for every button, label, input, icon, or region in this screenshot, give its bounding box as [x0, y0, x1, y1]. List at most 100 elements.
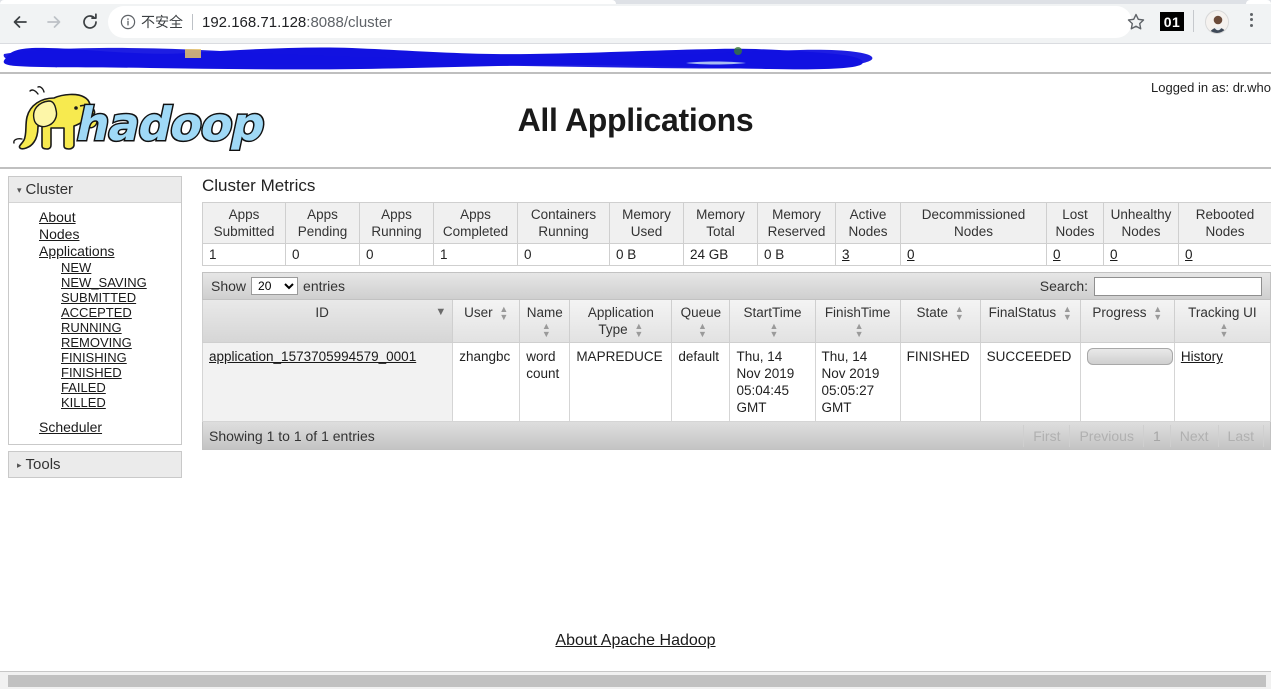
sidebar-link-applications[interactable]: Applications [9, 243, 181, 260]
sidebar-state-running[interactable]: RUNNING [9, 320, 181, 335]
sidebar-state-new[interactable]: NEW [9, 260, 181, 275]
sidebar-state-finishing[interactable]: FINISHING [9, 350, 181, 365]
applications-datatable: Show 20406080100 entries Search: [201, 272, 1271, 451]
application-id-link[interactable]: application_1573705994579_0001 [209, 349, 416, 364]
sidebar-state-new-saving[interactable]: NEW_SAVING [9, 275, 181, 290]
pagination-page-1[interactable]: 1 [1144, 424, 1171, 447]
apps-header-user[interactable]: User ▲ ▼ [452, 300, 521, 344]
chevron-right-icon: ▸ [17, 459, 22, 470]
redaction-scribble [3, 47, 873, 70]
metrics-value-apps-completed: 1 [433, 243, 518, 266]
metrics-value-apps-submitted: 1 [202, 243, 286, 266]
bookmark-star-button[interactable] [1124, 10, 1148, 34]
sidebar-link-scheduler[interactable]: Scheduler [9, 419, 181, 436]
sidebar-section-cluster: ▾ Cluster About Nodes Applications NEW NE… [8, 176, 182, 445]
sidebar-link-nodes[interactable]: Nodes [9, 226, 181, 243]
sort-desc-icon: ▼ [435, 306, 447, 318]
sidebar-state-removing[interactable]: REMOVING [9, 335, 181, 350]
forward-arrow-icon [47, 16, 61, 28]
horizontal-scrollbar-thumb[interactable] [8, 675, 1266, 687]
browser-chrome: 不安全 192.168.71.128:8088/cluster 01 [0, 0, 1271, 44]
browser-tab-partial[interactable] [1246, 0, 1271, 4]
pagination-last[interactable]: Last [1219, 424, 1264, 447]
metrics-header-rebooted-nodes: Rebooted Nodes [1178, 202, 1271, 244]
search-input[interactable] [1094, 276, 1262, 296]
sidebar-tools-header[interactable]: ▸ Tools [9, 452, 181, 477]
extension-badge-button[interactable]: 01 [1160, 12, 1184, 31]
metrics-header-unhealthy-nodes: Unhealthy Nodes [1103, 202, 1179, 244]
sort-icon: ▲ ▼ [634, 321, 644, 340]
address-bar[interactable]: 不安全 192.168.71.128:8088/cluster [108, 6, 1132, 38]
browser-menu-button[interactable] [1241, 10, 1261, 34]
pagination-next[interactable]: Next [1171, 424, 1219, 447]
reload-button[interactable] [76, 8, 104, 36]
sidebar-state-accepted[interactable]: ACCEPTED [9, 305, 181, 320]
sidebar-link-about[interactable]: About [9, 209, 181, 226]
apps-header-application-type[interactable]: Application Type ▲ ▼ [569, 300, 673, 344]
sort-icon: ▲ ▼ [769, 321, 779, 340]
metrics-value-lost-nodes[interactable]: 0 [1053, 247, 1061, 262]
apps-header-finalstatus[interactable]: FinalStatus ▲ ▼ [979, 300, 1081, 344]
metrics-header-apps-pending: Apps Pending [285, 202, 360, 244]
metrics-header-apps-running: Apps Running [359, 202, 434, 244]
cell-finalstatus: SUCCEEDED [979, 342, 1081, 423]
apps-header-progress-label: Progress [1092, 305, 1147, 320]
datatable-info: Showing 1 to 1 of 1 entries [209, 427, 375, 444]
forward-button[interactable] [40, 8, 68, 36]
apps-header-name[interactable]: Name ▲ ▼ [519, 300, 571, 344]
entries-select[interactable]: 20406080100 [251, 277, 299, 295]
pagination-previous[interactable]: Previous [1070, 424, 1144, 447]
about-apache-hadoop-link[interactable]: About Apache Hadoop [0, 632, 1271, 650]
tracking-ui-link[interactable]: History [1181, 349, 1223, 364]
sort-icon: ▲ ▼ [854, 321, 864, 340]
cell-tracking-ui: History [1173, 342, 1271, 423]
sort-icon: ▲ ▼ [1062, 304, 1072, 323]
logged-in-as-label: Logged in as: dr.who [1151, 80, 1271, 95]
apps-header-id[interactable]: ID ▼ [201, 300, 454, 344]
apps-header-name-label: Name [526, 305, 563, 320]
apps-header-tracking-ui[interactable]: Tracking UI ▲ ▼ [1173, 300, 1271, 344]
sidebar-state-finished[interactable]: FINISHED [9, 365, 181, 380]
pagination-first[interactable]: First [1023, 424, 1071, 447]
apps-header-starttime-label: StartTime [743, 305, 802, 320]
browser-tab[interactable] [0, 0, 616, 4]
apps-header-state[interactable]: State ▲ ▼ [899, 300, 981, 344]
progress-bar [1086, 348, 1173, 366]
profile-avatar[interactable] [1205, 10, 1229, 34]
apps-header-finishtime-label: FinishTime [824, 305, 891, 320]
horizontal-scrollbar[interactable] [0, 671, 1271, 689]
metrics-value-active-nodes[interactable]: 3 [842, 247, 850, 262]
metrics-value-decommissioned-nodes[interactable]: 0 [907, 247, 915, 262]
sidebar-state-failed[interactable]: FAILED [9, 380, 181, 395]
apps-header-progress[interactable]: Progress ▲ ▼ [1079, 300, 1175, 344]
metrics-value-apps-running: 0 [359, 243, 434, 266]
tab-strip [0, 0, 1271, 4]
metrics-header-containers-running: Containers Running [517, 202, 610, 244]
apps-header-starttime[interactable]: StartTime ▲ ▼ [729, 300, 816, 344]
apps-header-finishtime[interactable]: FinishTime ▲ ▼ [814, 300, 901, 344]
metrics-value-rebooted-nodes[interactable]: 0 [1185, 247, 1193, 262]
sidebar-cluster-body: About Nodes Applications NEW NEW_SAVING … [9, 203, 181, 444]
sort-icon: ▲ ▼ [1153, 304, 1163, 323]
back-button[interactable] [6, 8, 34, 36]
security-label: 不安全 [141, 15, 183, 31]
sort-icon: ▲ ▼ [541, 321, 551, 340]
apps-header-queue[interactable]: Queue ▲ ▼ [671, 300, 731, 344]
metrics-header-apps-completed: Apps Completed [433, 202, 518, 244]
sidebar-state-submitted[interactable]: SUBMITTED [9, 290, 181, 305]
metrics-header-memory-reserved: Memory Reserved [757, 202, 836, 244]
table-row: application_1573705994579_0001 zhangbc w… [201, 342, 1271, 423]
sidebar-tools-label: Tools [25, 456, 61, 473]
sort-icon: ▲ ▼ [499, 304, 509, 323]
security-indicator[interactable]: 不安全 [120, 12, 183, 32]
apps-header-tracking-ui-label: Tracking UI [1188, 305, 1257, 320]
sidebar-cluster-header[interactable]: ▾ Cluster [9, 177, 181, 203]
url-path: :8088/cluster [306, 13, 393, 31]
sidebar-state-killed[interactable]: KILLED [9, 395, 181, 410]
cell-user: zhangbc [452, 342, 521, 423]
metrics-value-unhealthy-nodes[interactable]: 0 [1110, 247, 1118, 262]
header-rule [0, 167, 1271, 169]
apps-header-row: ID ▼ User ▲▼ Name ▲▼ Application Type [201, 300, 1271, 344]
cluster-metrics-table: Apps Submitted Apps Pending Apps Running… [202, 202, 1271, 266]
apps-header-application-type-label: Application Type [587, 305, 654, 337]
